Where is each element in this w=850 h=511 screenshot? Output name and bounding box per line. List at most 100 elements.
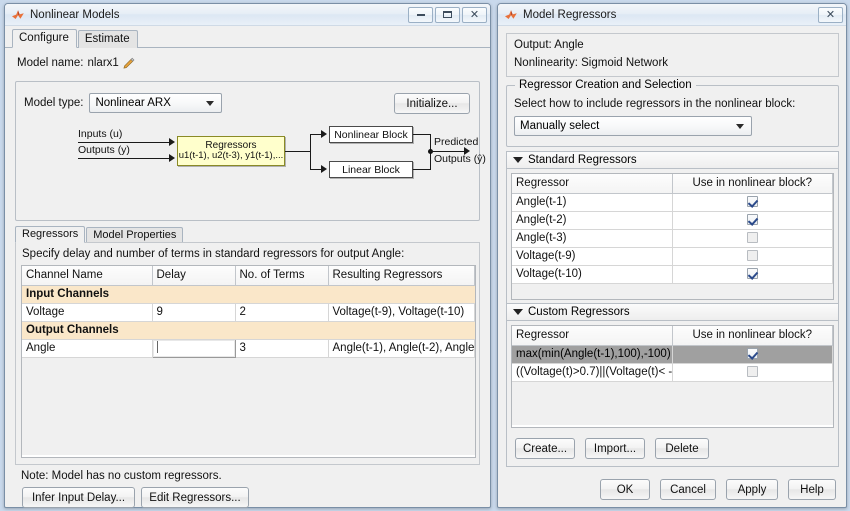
cell-regressor[interactable]: ((Voltage(t)>0.7)||(Voltage(t)< -0.... — [512, 363, 673, 382]
cell-no-of-terms[interactable]: 2 — [235, 303, 329, 322]
close-button[interactable]: ✕ — [818, 6, 843, 23]
cell-use-checkbox[interactable] — [672, 363, 833, 382]
table-row[interactable]: max(min(Angle(t-1),100),-100) — [512, 345, 833, 364]
model-type-dropdown[interactable]: Nonlinear ARX — [89, 93, 223, 113]
table-empty-row — [22, 357, 475, 455]
custom-regressors-title: Custom Regressors — [528, 306, 630, 318]
diagram-outputs-label: Outputs (y) — [78, 144, 130, 156]
maximize-button[interactable] — [435, 6, 460, 23]
cell-channel-name[interactable]: Angle — [22, 339, 153, 358]
close-button[interactable]: ✕ — [462, 6, 487, 23]
table-row[interactable]: Voltage(t-10) — [512, 265, 833, 284]
standard-regressors-header[interactable]: Standard Regressors — [506, 151, 839, 169]
inclusion-mode-dropdown[interactable]: Manually select — [514, 116, 752, 136]
regressors-instruction: Specify delay and number of terms in sta… — [22, 248, 405, 260]
table-row[interactable]: Angle(t-2) — [512, 211, 833, 230]
window-controls: ✕ — [408, 6, 487, 23]
cell-use-checkbox[interactable] — [672, 265, 833, 284]
col-resulting-regressors: Resulting Regressors — [328, 266, 475, 286]
cell-regressor: Angle(t-2) — [512, 211, 673, 230]
checkbox-icon[interactable] — [746, 195, 758, 207]
standard-regressors-title: Standard Regressors — [528, 154, 637, 166]
output-line: Output: Angle — [514, 39, 584, 51]
checkbox-icon[interactable] — [746, 267, 758, 279]
checkbox-icon[interactable] — [746, 249, 758, 261]
ok-button[interactable]: OK — [600, 479, 650, 500]
custom-regressors-section: Custom Regressors Regressor Use in nonli… — [506, 303, 839, 467]
custom-table-wrapper: Regressor Use in nonlinear block? max(mi… — [511, 325, 834, 428]
table-row[interactable]: Voltage 9 2 Voltage(t-9), Voltage(t-10) — [22, 303, 475, 322]
table-row[interactable]: Angle(t-3) — [512, 229, 833, 248]
import-button[interactable]: Import... — [585, 438, 645, 459]
triangle-down-icon — [513, 309, 523, 315]
tab-configure[interactable]: Configure — [12, 29, 77, 48]
diagram-arrow-nonlinear — [321, 130, 327, 138]
infer-input-delay-button[interactable]: Infer Input Delay... — [22, 487, 135, 508]
nonlinearity-line: Nonlinearity: Sigmoid Network — [514, 57, 669, 69]
cell-regressor: Angle(t-3) — [512, 229, 673, 248]
model-regressors-titlebar[interactable]: Model Regressors ✕ — [498, 4, 846, 26]
table-group-row: Input Channels — [22, 285, 475, 304]
cell-use-checkbox[interactable] — [672, 211, 833, 230]
create-button[interactable]: Create... — [515, 438, 575, 459]
diagram-linear-block-label: Linear Block — [342, 163, 400, 176]
cell-use-checkbox[interactable] — [672, 345, 833, 364]
checkbox-icon[interactable] — [746, 231, 758, 243]
delete-button[interactable]: Delete — [655, 438, 709, 459]
table-row[interactable]: Voltage(t-9) — [512, 247, 833, 266]
custom-regressors-header[interactable]: Custom Regressors — [506, 303, 839, 321]
table-row[interactable]: Angle 3 Angle(t-1), Angle(t-2), Angle(t-… — [22, 338, 475, 358]
cell-delay-editing[interactable] — [151, 338, 236, 358]
tab-estimate[interactable]: Estimate — [77, 30, 138, 48]
group-label-output-channels: Output Channels — [22, 321, 475, 340]
edit-regressors-button[interactable]: Edit Regressors... — [141, 487, 249, 508]
diagram-line-inputs — [78, 142, 172, 143]
checkbox-icon[interactable] — [746, 213, 758, 225]
table-empty-row — [512, 381, 833, 425]
standard-regressors-body: Regressor Use in nonlinear block? Angle(… — [506, 169, 839, 305]
cell-use-checkbox[interactable] — [672, 247, 833, 266]
diagram-line-split — [310, 134, 311, 170]
window-title: Nonlinear Models — [30, 8, 120, 21]
custom-regressors-note: Note: Model has no custom regressors. — [21, 470, 222, 482]
model-type-label: Model type: — [24, 97, 84, 109]
chevron-down-icon — [736, 124, 744, 129]
checkbox-icon[interactable] — [746, 347, 758, 359]
col-use-in-nonlinear-block: Use in nonlinear block? — [672, 326, 833, 346]
cell-regressor: Voltage(t-10) — [512, 265, 673, 284]
tab-model-properties[interactable]: Model Properties — [86, 227, 184, 243]
regressor-creation-groupbox: Regressor Creation and Selection Select … — [506, 79, 839, 147]
col-regressor: Regressor — [512, 174, 673, 194]
triangle-down-icon — [513, 157, 523, 163]
table-row[interactable]: ((Voltage(t)>0.7)||(Voltage(t)< -0.... — [512, 363, 833, 382]
help-button[interactable]: Help — [788, 479, 836, 500]
apply-button[interactable]: Apply — [726, 479, 778, 500]
minimize-button[interactable] — [408, 6, 433, 23]
apply-button-label: Apply — [737, 483, 767, 496]
initialize-button[interactable]: Initialize... — [394, 93, 470, 114]
pencil-icon[interactable] — [123, 57, 135, 69]
model-name-label: Model name: — [17, 57, 84, 69]
checkbox-icon[interactable] — [746, 365, 758, 377]
diagram-arrow-outputs — [169, 154, 175, 162]
cell-channel-name[interactable]: Voltage — [22, 303, 153, 322]
cell-use-checkbox[interactable] — [672, 229, 833, 248]
table-row[interactable]: Angle(t-1) — [512, 193, 833, 212]
cell-regressor-selected[interactable]: max(min(Angle(t-1),100),-100) — [512, 345, 673, 364]
nonlinear-models-titlebar[interactable]: Nonlinear Models ✕ — [5, 4, 490, 26]
cancel-button-label: Cancel — [670, 483, 706, 496]
standard-regressors-section: Standard Regressors Regressor Use in non… — [506, 151, 839, 305]
chevron-down-icon — [206, 101, 215, 106]
cell-delay[interactable]: 9 — [152, 303, 236, 322]
delete-button-label: Delete — [665, 442, 699, 455]
cancel-button[interactable]: Cancel — [660, 479, 716, 500]
right-footer-buttons: OK Cancel Apply Help — [600, 479, 836, 500]
model-regressors-window: Model Regressors ✕ Output: Angle Nonline… — [497, 3, 847, 508]
cell-no-of-terms[interactable]: 3 — [235, 339, 329, 358]
tab-regressors[interactable]: Regressors — [15, 226, 86, 243]
model-regressors-pane: Output: Angle Nonlinearity: Sigmoid Netw… — [498, 27, 846, 507]
model-type-row: Model type: Nonlinear ARX — [24, 93, 223, 113]
model-name-value: nlarx1 — [87, 57, 119, 69]
cell-use-checkbox[interactable] — [672, 193, 833, 212]
text-caret — [156, 341, 158, 353]
